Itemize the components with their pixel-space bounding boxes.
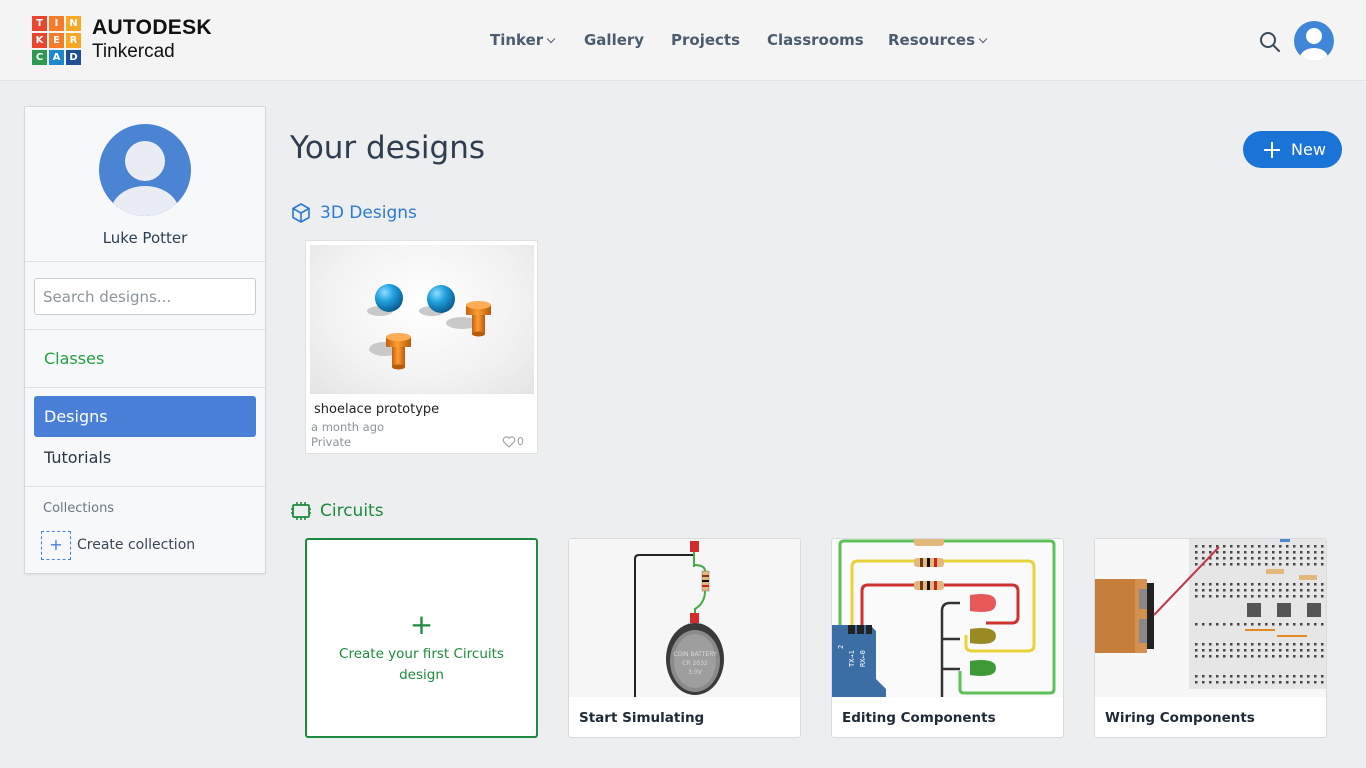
tutorial-card[interactable]: Wiring Components bbox=[1094, 538, 1327, 738]
tinkercad-logo[interactable]: TIN KER CAD bbox=[32, 16, 81, 65]
collections-heading: Collections bbox=[43, 501, 115, 516]
logo-letter: C bbox=[32, 50, 47, 65]
design-visibility: Private bbox=[311, 435, 352, 449]
tutorial-label[interactable]: Wiring Components bbox=[1105, 710, 1255, 726]
heart-icon bbox=[502, 435, 516, 448]
sidebar-item-designs[interactable]: Designs bbox=[34, 396, 256, 437]
battery-voltage: 3.0V bbox=[688, 669, 703, 676]
new-button-label: New bbox=[1291, 140, 1326, 159]
logo-letter: N bbox=[66, 16, 81, 31]
nav-resources[interactable]: Resources bbox=[888, 31, 988, 51]
pin-label: TX→1 bbox=[848, 650, 856, 667]
design-modified: a month ago bbox=[311, 420, 385, 434]
design-card[interactable]: shoelace prototype a month ago Private 0 bbox=[305, 240, 538, 454]
tutorial-thumbnail bbox=[1095, 539, 1326, 697]
design-thumbnail[interactable] bbox=[310, 245, 534, 394]
chevron-down-icon bbox=[978, 34, 988, 44]
sidebar: Luke Potter Classes Designs Tutorials Co… bbox=[24, 106, 266, 574]
create-circuit-card[interactable]: + Create your first Circuits design bbox=[305, 538, 538, 738]
logo-letter: E bbox=[49, 33, 64, 48]
brand-tinkercad: Tinkercad bbox=[92, 41, 175, 62]
nav-tinker[interactable]: Tinker bbox=[490, 31, 556, 51]
nav-classrooms[interactable]: Classrooms bbox=[767, 31, 864, 51]
chevron-down-icon bbox=[546, 34, 556, 44]
top-navigation-bar: TIN KER CAD AUTODESK Tinkercad Tinker Gall… bbox=[0, 0, 1366, 81]
nav-projects[interactable]: Projects bbox=[671, 31, 740, 51]
pin-label: RX←0 bbox=[859, 650, 867, 667]
tutorial-card[interactable]: COIN BATTERY CR 2032 3.0V Start Simulati… bbox=[568, 538, 801, 738]
section-3d-designs-title[interactable]: 3D Designs bbox=[320, 203, 417, 223]
design-name[interactable]: shoelace prototype bbox=[314, 402, 439, 417]
logo-letter: A bbox=[49, 50, 64, 65]
plus-icon bbox=[1264, 141, 1280, 158]
profile-name[interactable]: Luke Potter bbox=[25, 229, 265, 247]
sidebar-item-classes[interactable]: Classes bbox=[44, 349, 104, 368]
logo-letter: R bbox=[66, 33, 81, 48]
tutorial-thumbnail: COIN BATTERY CR 2032 3.0V bbox=[569, 539, 800, 697]
tutorial-card[interactable]: 2 TX→1 RX←0 Editing Components bbox=[831, 538, 1064, 738]
sidebar-item-tutorials[interactable]: Tutorials bbox=[44, 448, 111, 467]
profile-avatar[interactable] bbox=[99, 124, 191, 216]
create-circuit-label: Create your first Circuits design bbox=[339, 646, 504, 683]
chip-icon bbox=[291, 502, 311, 520]
search-designs-input[interactable] bbox=[34, 278, 256, 315]
search-icon[interactable] bbox=[1259, 31, 1281, 53]
cube-icon bbox=[292, 203, 310, 223]
divider bbox=[25, 329, 265, 330]
new-design-button[interactable]: New bbox=[1243, 131, 1342, 168]
nav-gallery[interactable]: Gallery bbox=[584, 31, 644, 51]
page-title: Your designs bbox=[290, 130, 486, 166]
add-collection-icon[interactable]: + bbox=[41, 531, 71, 560]
likes-count[interactable]: 0 bbox=[502, 435, 524, 448]
logo-letter: T bbox=[32, 16, 47, 31]
pin-label: 2 bbox=[837, 645, 845, 649]
user-avatar-icon[interactable] bbox=[1294, 21, 1334, 61]
battery-label: COIN BATTERY bbox=[673, 651, 717, 658]
logo-letter: I bbox=[49, 16, 64, 31]
brand-autodesk: AUTODESK bbox=[92, 16, 212, 39]
section-circuits-title[interactable]: Circuits bbox=[320, 501, 384, 521]
plus-icon: + bbox=[409, 608, 434, 641]
tutorial-thumbnail: 2 TX→1 RX←0 bbox=[832, 539, 1063, 697]
create-collection-link[interactable]: Create collection bbox=[77, 537, 195, 553]
divider bbox=[25, 486, 265, 487]
tutorial-label[interactable]: Start Simulating bbox=[579, 710, 704, 726]
battery-model: CR 2032 bbox=[682, 660, 708, 667]
divider bbox=[25, 261, 265, 262]
logo-letter: D bbox=[66, 50, 81, 65]
logo-letter: K bbox=[32, 33, 47, 48]
tutorial-label[interactable]: Editing Components bbox=[842, 710, 996, 726]
divider bbox=[25, 387, 265, 388]
